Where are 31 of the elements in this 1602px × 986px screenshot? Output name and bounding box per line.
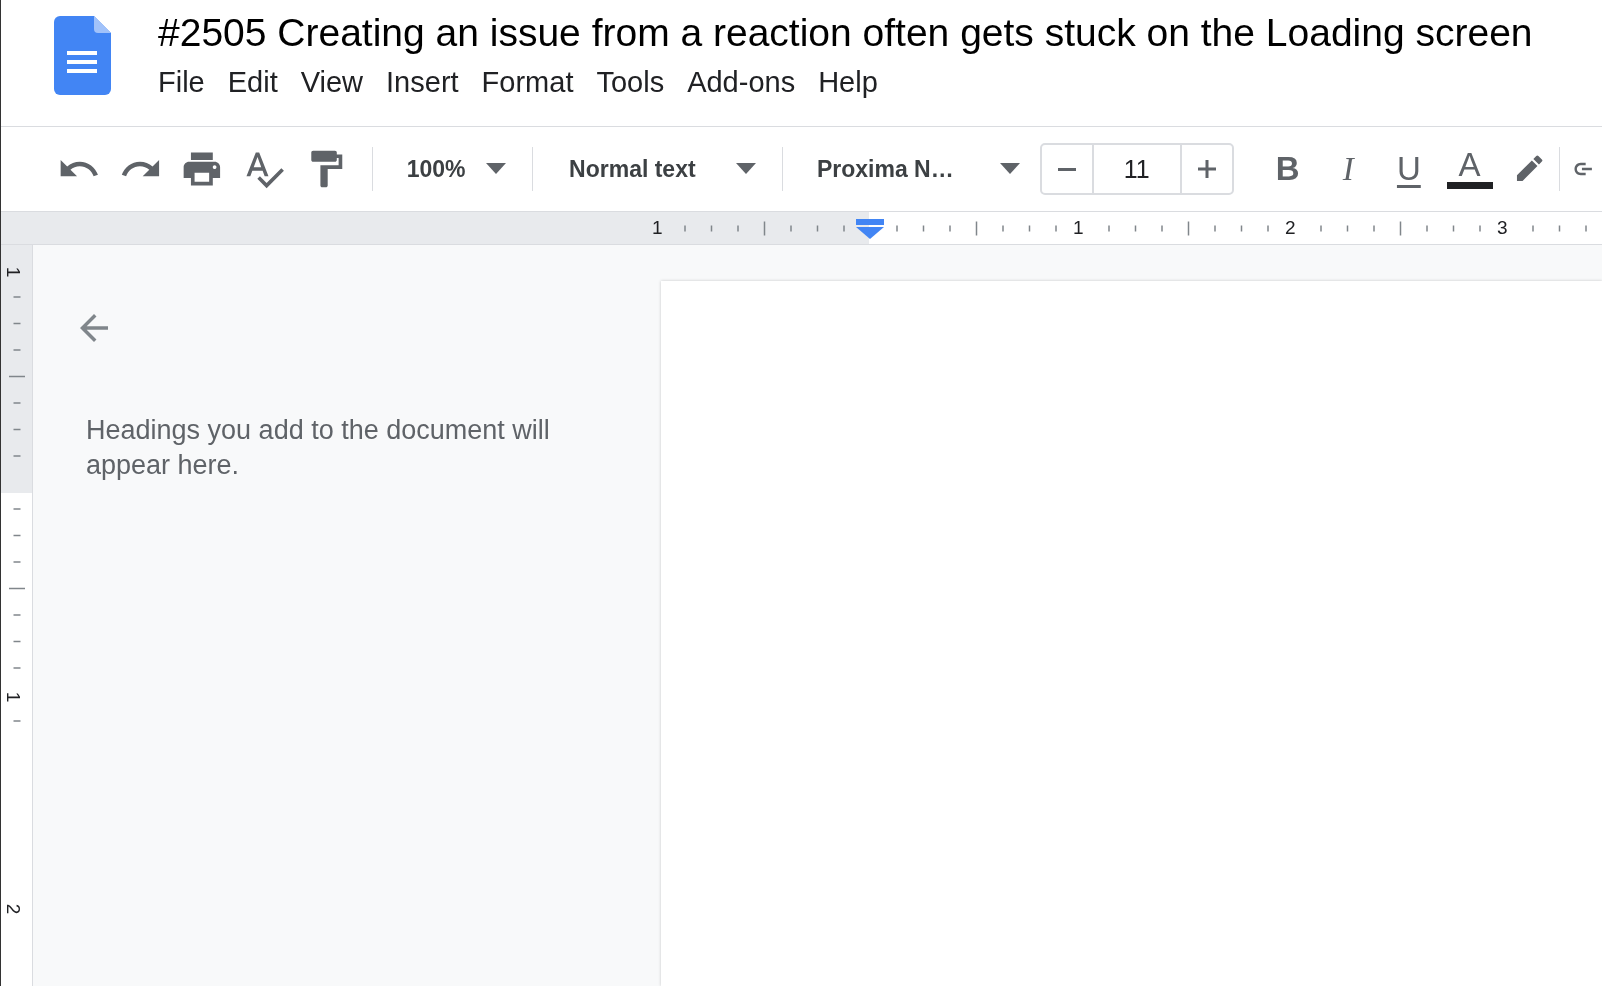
indent-marker-icon[interactable]	[856, 219, 884, 239]
ruler-number: 1	[1073, 217, 1084, 239]
docs-logo-icon[interactable]	[54, 16, 111, 95]
italic-button[interactable]: I	[1318, 144, 1379, 194]
ruler-number: 2	[2, 903, 25, 915]
caret-icon	[999, 163, 1020, 175]
menu-item[interactable]: Tools	[587, 62, 679, 102]
menu-item[interactable]: Edit	[218, 62, 292, 102]
menu-item[interactable]: View	[291, 62, 378, 102]
ruler-number: 1	[2, 266, 25, 278]
underline-button[interactable]: U	[1379, 144, 1439, 194]
text-color-button[interactable]: A	[1439, 144, 1500, 194]
zoom-dropdown[interactable]: 100%	[384, 147, 521, 191]
menu-item[interactable]: Format	[472, 62, 588, 102]
font-dropdown[interactable]: Proxima N…	[794, 147, 1034, 191]
bold-button[interactable]: B	[1257, 144, 1318, 194]
menu-item[interactable]: Add-ons	[678, 62, 810, 102]
ruler-number: 1	[652, 217, 663, 239]
menu-item[interactable]: Insert	[377, 62, 473, 102]
document-title[interactable]: #2505 Creating an issue from a reaction often gets stuck on the Loading screen	[158, 12, 1533, 54]
ruler-number: 3	[1497, 217, 1508, 239]
paragraph-style-dropdown[interactable]: Normal text	[545, 147, 770, 191]
minus-icon	[1056, 167, 1077, 171]
caret-icon	[486, 163, 507, 175]
ruler-number: 2	[1285, 217, 1296, 239]
plus-icon	[1196, 159, 1217, 179]
caret-icon	[735, 163, 756, 175]
ruler-number: 1	[2, 691, 25, 703]
outline-hint: Headings you add to the document will appear here.	[86, 414, 551, 482]
menu-item[interactable]: Help	[809, 62, 892, 102]
menu-item[interactable]: File	[149, 62, 219, 102]
